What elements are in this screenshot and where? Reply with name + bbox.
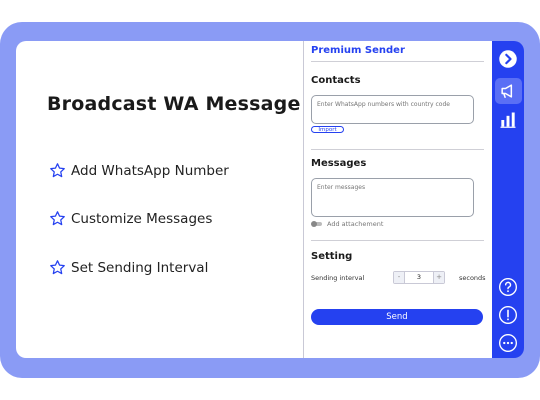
feature-label: Set Sending Interval — [71, 259, 209, 276]
bar-chart-icon[interactable] — [498, 110, 518, 130]
side-rail — [492, 41, 524, 358]
decrement-button[interactable]: - — [394, 272, 404, 283]
feature-label: Customize Messages — [71, 210, 213, 227]
divider — [311, 240, 484, 241]
help-icon[interactable] — [498, 277, 518, 297]
feature-label: Add WhatsApp Number — [71, 162, 229, 179]
interval-unit: seconds — [459, 274, 486, 282]
sending-interval-label: Sending interval — [311, 274, 365, 282]
import-button[interactable]: Import — [311, 126, 344, 133]
sender-panel: Premium Sender Contacts Import Messages … — [303, 41, 493, 358]
interval-stepper: - 3 + — [393, 271, 445, 284]
contacts-title: Contacts — [311, 75, 361, 86]
more-icon[interactable] — [498, 333, 518, 353]
info-icon[interactable] — [498, 305, 518, 325]
star-outline-icon — [50, 260, 65, 275]
intro-card: Broadcast WA Message Add WhatsApp Number… — [16, 41, 303, 358]
divider — [311, 61, 484, 62]
messages-title: Messages — [311, 158, 367, 169]
panel-title: Premium Sender — [311, 45, 405, 56]
star-outline-icon — [50, 163, 65, 178]
attachment-toggle[interactable] — [311, 221, 322, 227]
chevron-right-icon[interactable] — [498, 49, 518, 69]
feature-item-customize: Customize Messages — [49, 210, 212, 227]
divider — [311, 149, 484, 150]
setting-title: Setting — [311, 251, 353, 262]
star-outline-icon — [50, 211, 65, 226]
feature-item-add-number: Add WhatsApp Number — [49, 162, 229, 179]
contacts-input[interactable] — [311, 95, 474, 124]
megaphone-icon[interactable] — [498, 81, 518, 101]
increment-button[interactable]: + — [434, 272, 444, 283]
interval-value[interactable]: 3 — [404, 272, 434, 283]
feature-item-interval: Set Sending Interval — [49, 259, 208, 276]
headline: Broadcast WA Message — [47, 93, 301, 115]
send-button[interactable]: Send — [311, 309, 483, 325]
messages-input[interactable] — [311, 178, 474, 217]
attachment-label: Add attachement — [327, 220, 384, 228]
